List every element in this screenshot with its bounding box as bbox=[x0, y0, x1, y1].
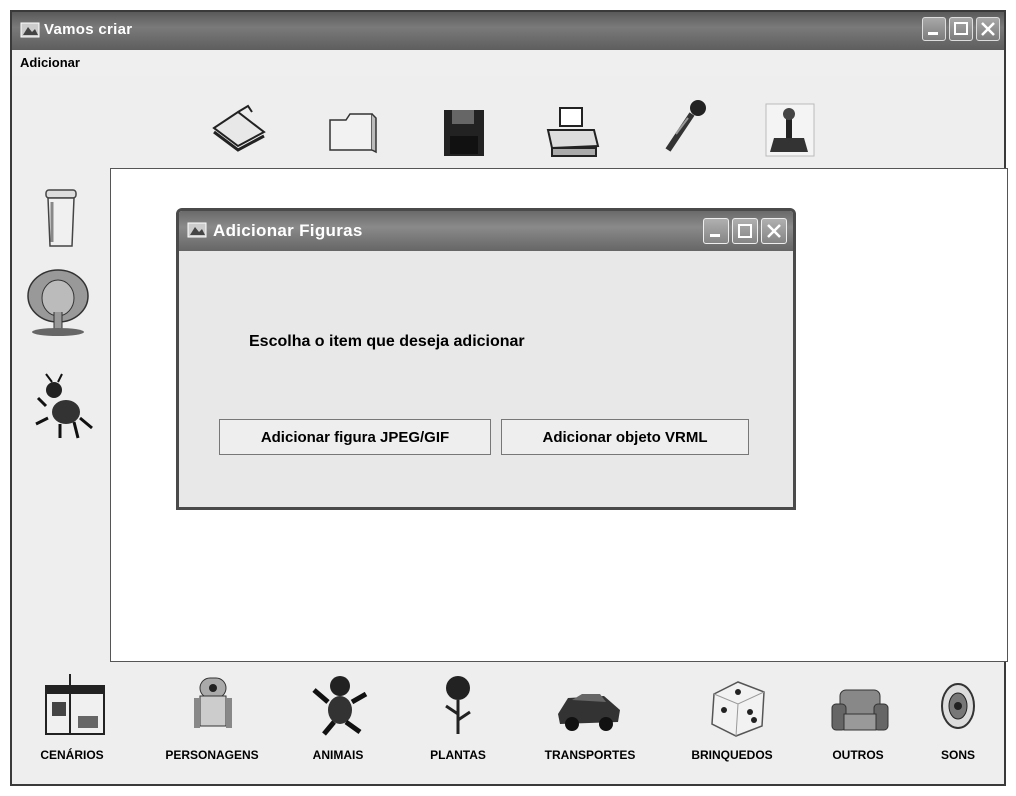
dialog-maximize-button[interactable] bbox=[732, 218, 758, 244]
open-folder-icon[interactable] bbox=[322, 102, 384, 158]
category-personagens[interactable]: PERSONAGENS bbox=[165, 748, 258, 762]
maximize-icon bbox=[738, 224, 752, 238]
animal-monkey-icon[interactable] bbox=[310, 672, 370, 736]
trash-can-icon[interactable] bbox=[28, 182, 96, 254]
category-cenarios[interactable]: CENÁRIOS bbox=[40, 748, 103, 762]
minimize-button[interactable] bbox=[922, 17, 946, 41]
category-outros[interactable]: OUTROS bbox=[832, 748, 883, 762]
app-icon bbox=[20, 22, 40, 38]
category-animais[interactable]: ANIMAIS bbox=[313, 748, 364, 762]
main-window: Vamos criar Adicionar Adicionar Figuras … bbox=[10, 10, 1008, 786]
menu-bar: Adicionar bbox=[12, 50, 1004, 76]
dice-toy-icon[interactable] bbox=[706, 676, 770, 738]
joystick-icon[interactable] bbox=[758, 102, 820, 158]
robot-character-icon[interactable] bbox=[188, 674, 238, 736]
scenery-icon[interactable] bbox=[40, 672, 110, 736]
category-sons[interactable]: SONS bbox=[941, 748, 975, 762]
minimize-icon bbox=[710, 234, 720, 237]
car-transport-icon[interactable] bbox=[554, 684, 624, 734]
add-figures-dialog: Adicionar Figuras Escolha o item que des… bbox=[176, 208, 796, 510]
category-brinquedos[interactable]: BRINQUEDOS bbox=[691, 748, 772, 762]
microphone-icon[interactable] bbox=[656, 98, 718, 154]
maximize-button[interactable] bbox=[949, 17, 973, 41]
save-icon[interactable] bbox=[434, 106, 496, 162]
window-title: Vamos criar bbox=[44, 21, 133, 38]
speaker-sound-icon[interactable] bbox=[938, 680, 978, 736]
new-icon[interactable] bbox=[208, 98, 270, 154]
dialog-message: Escolha o item que deseja adicionar bbox=[249, 333, 525, 350]
category-transportes[interactable]: TRANSPORTES bbox=[545, 748, 636, 762]
close-button[interactable] bbox=[976, 17, 1000, 41]
ant-icon[interactable] bbox=[30, 372, 98, 444]
dialog-close-button[interactable] bbox=[761, 218, 787, 244]
minimize-icon bbox=[928, 32, 938, 35]
dialog-title: Adicionar Figuras bbox=[213, 221, 363, 240]
armchair-other-icon[interactable] bbox=[830, 686, 890, 736]
category-plantas[interactable]: PLANTAS bbox=[430, 748, 486, 762]
dialog-app-icon bbox=[187, 222, 207, 238]
menu-adicionar[interactable]: Adicionar bbox=[20, 55, 80, 70]
close-icon bbox=[767, 224, 781, 238]
maximize-icon bbox=[954, 22, 968, 35]
dialog-minimize-button[interactable] bbox=[703, 218, 729, 244]
add-vrml-object-button[interactable]: Adicionar objeto VRML bbox=[501, 419, 749, 455]
title-bar[interactable]: Vamos criar bbox=[12, 12, 1004, 50]
dialog-title-bar[interactable]: Adicionar Figuras bbox=[179, 211, 793, 251]
close-icon bbox=[981, 22, 995, 36]
plant-flower-icon[interactable] bbox=[436, 674, 480, 736]
add-jpeg-gif-button[interactable]: Adicionar figura JPEG/GIF bbox=[219, 419, 491, 455]
elephant-icon[interactable] bbox=[24, 266, 92, 338]
print-icon[interactable] bbox=[542, 104, 604, 160]
